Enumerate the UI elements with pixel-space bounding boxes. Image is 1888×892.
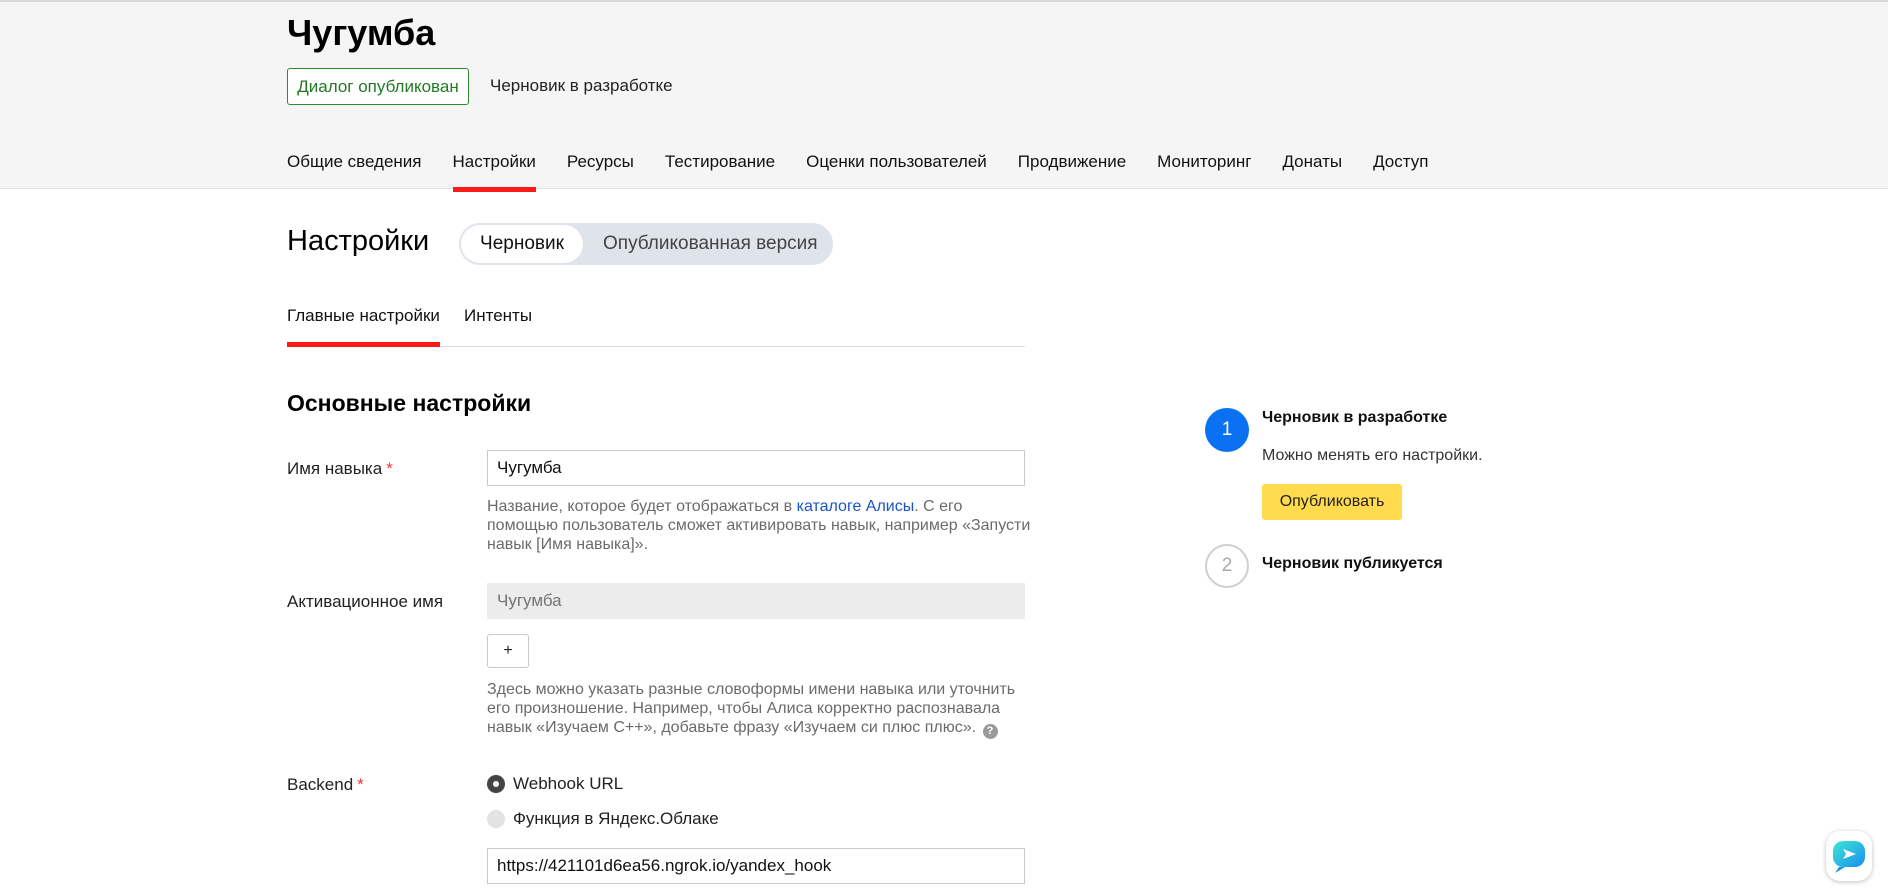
step-2-title: Черновик публикуется (1262, 555, 1443, 572)
main-nav: Общие сведения Настройки Ресурсы Тестиро… (287, 152, 1459, 192)
backend-label-text: Backend (287, 775, 354, 794)
required-mark: * (357, 775, 364, 794)
step-2-icon: 2 (1205, 544, 1249, 588)
radio-unchecked-icon (487, 810, 505, 828)
draft-status: Черновик в разработке (490, 76, 673, 95)
section-title: Основные настройки (287, 390, 532, 416)
skill-title: Чугумба (287, 12, 436, 53)
activation-name-label: Активационное имя (287, 592, 444, 611)
alice-catalog-link[interactable]: каталоге Алисы (797, 498, 915, 515)
version-toggle: Черновик Опубликованная версия (459, 223, 833, 265)
toggle-published[interactable]: Опубликованная версия (603, 225, 818, 263)
webhook-url-input[interactable] (487, 848, 1025, 884)
skill-name-hint: Название, которое будет отображаться в к… (487, 497, 1032, 554)
chat-widget-button[interactable] (1826, 831, 1872, 881)
activation-name-hint: Здесь можно указать разные словоформы им… (487, 680, 1032, 739)
help-icon[interactable]: ? (982, 724, 998, 739)
radio-label: Функция в Яндекс.Облаке (513, 809, 719, 828)
activation-name-input[interactable] (487, 583, 1025, 619)
tab-donations[interactable]: Донаты (1282, 152, 1342, 191)
skill-name-hint-text: Название, которое будет отображаться в (487, 498, 797, 515)
published-badge[interactable]: Диалог опубликован (287, 68, 469, 105)
skill-header: Чугумба Диалог опубликован Черновик в ра… (0, 0, 1888, 192)
step-1-description: Можно менять его настройки. (1262, 447, 1483, 464)
radio-label: Webhook URL (513, 774, 624, 793)
radio-yandex-cloud-function[interactable]: Функция в Яндекс.Облаке (487, 809, 719, 829)
radio-webhook-url[interactable]: Webhook URL (487, 774, 623, 794)
tab-access[interactable]: Доступ (1373, 152, 1428, 191)
skill-name-label: Имя навыка * (287, 459, 393, 479)
subtab-intents[interactable]: Интенты (464, 306, 532, 346)
tab-testing[interactable]: Тестирование (665, 152, 775, 191)
chat-icon (1833, 841, 1865, 873)
toggle-draft[interactable]: Черновик (461, 225, 583, 263)
page-title: Настройки (287, 225, 430, 257)
step-1-icon: 1 (1205, 408, 1249, 452)
radio-checked-icon (487, 775, 505, 793)
tab-settings[interactable]: Настройки (452, 152, 537, 192)
add-activation-name-button[interactable]: + (487, 634, 529, 668)
publish-button[interactable]: Опубликовать (1262, 484, 1402, 520)
activation-name-hint-text: Здесь можно указать разные словоформы им… (487, 681, 1016, 736)
required-mark: * (386, 459, 393, 478)
skill-name-label-text: Имя навыка (287, 459, 383, 478)
tab-ratings[interactable]: Оценки пользователей (806, 152, 987, 191)
tab-resources[interactable]: Ресурсы (567, 152, 634, 191)
step-1-title: Черновик в разработке (1262, 409, 1448, 426)
tab-overview[interactable]: Общие сведения (287, 152, 422, 191)
tab-promotion[interactable]: Продвижение (1018, 152, 1126, 191)
tab-monitoring[interactable]: Мониторинг (1157, 152, 1251, 191)
settings-subtabs: Главные настройки Интенты (287, 306, 1025, 347)
backend-label: Backend * (287, 775, 364, 795)
subtab-main-settings[interactable]: Главные настройки (287, 306, 440, 347)
skill-name-input[interactable] (487, 450, 1025, 486)
